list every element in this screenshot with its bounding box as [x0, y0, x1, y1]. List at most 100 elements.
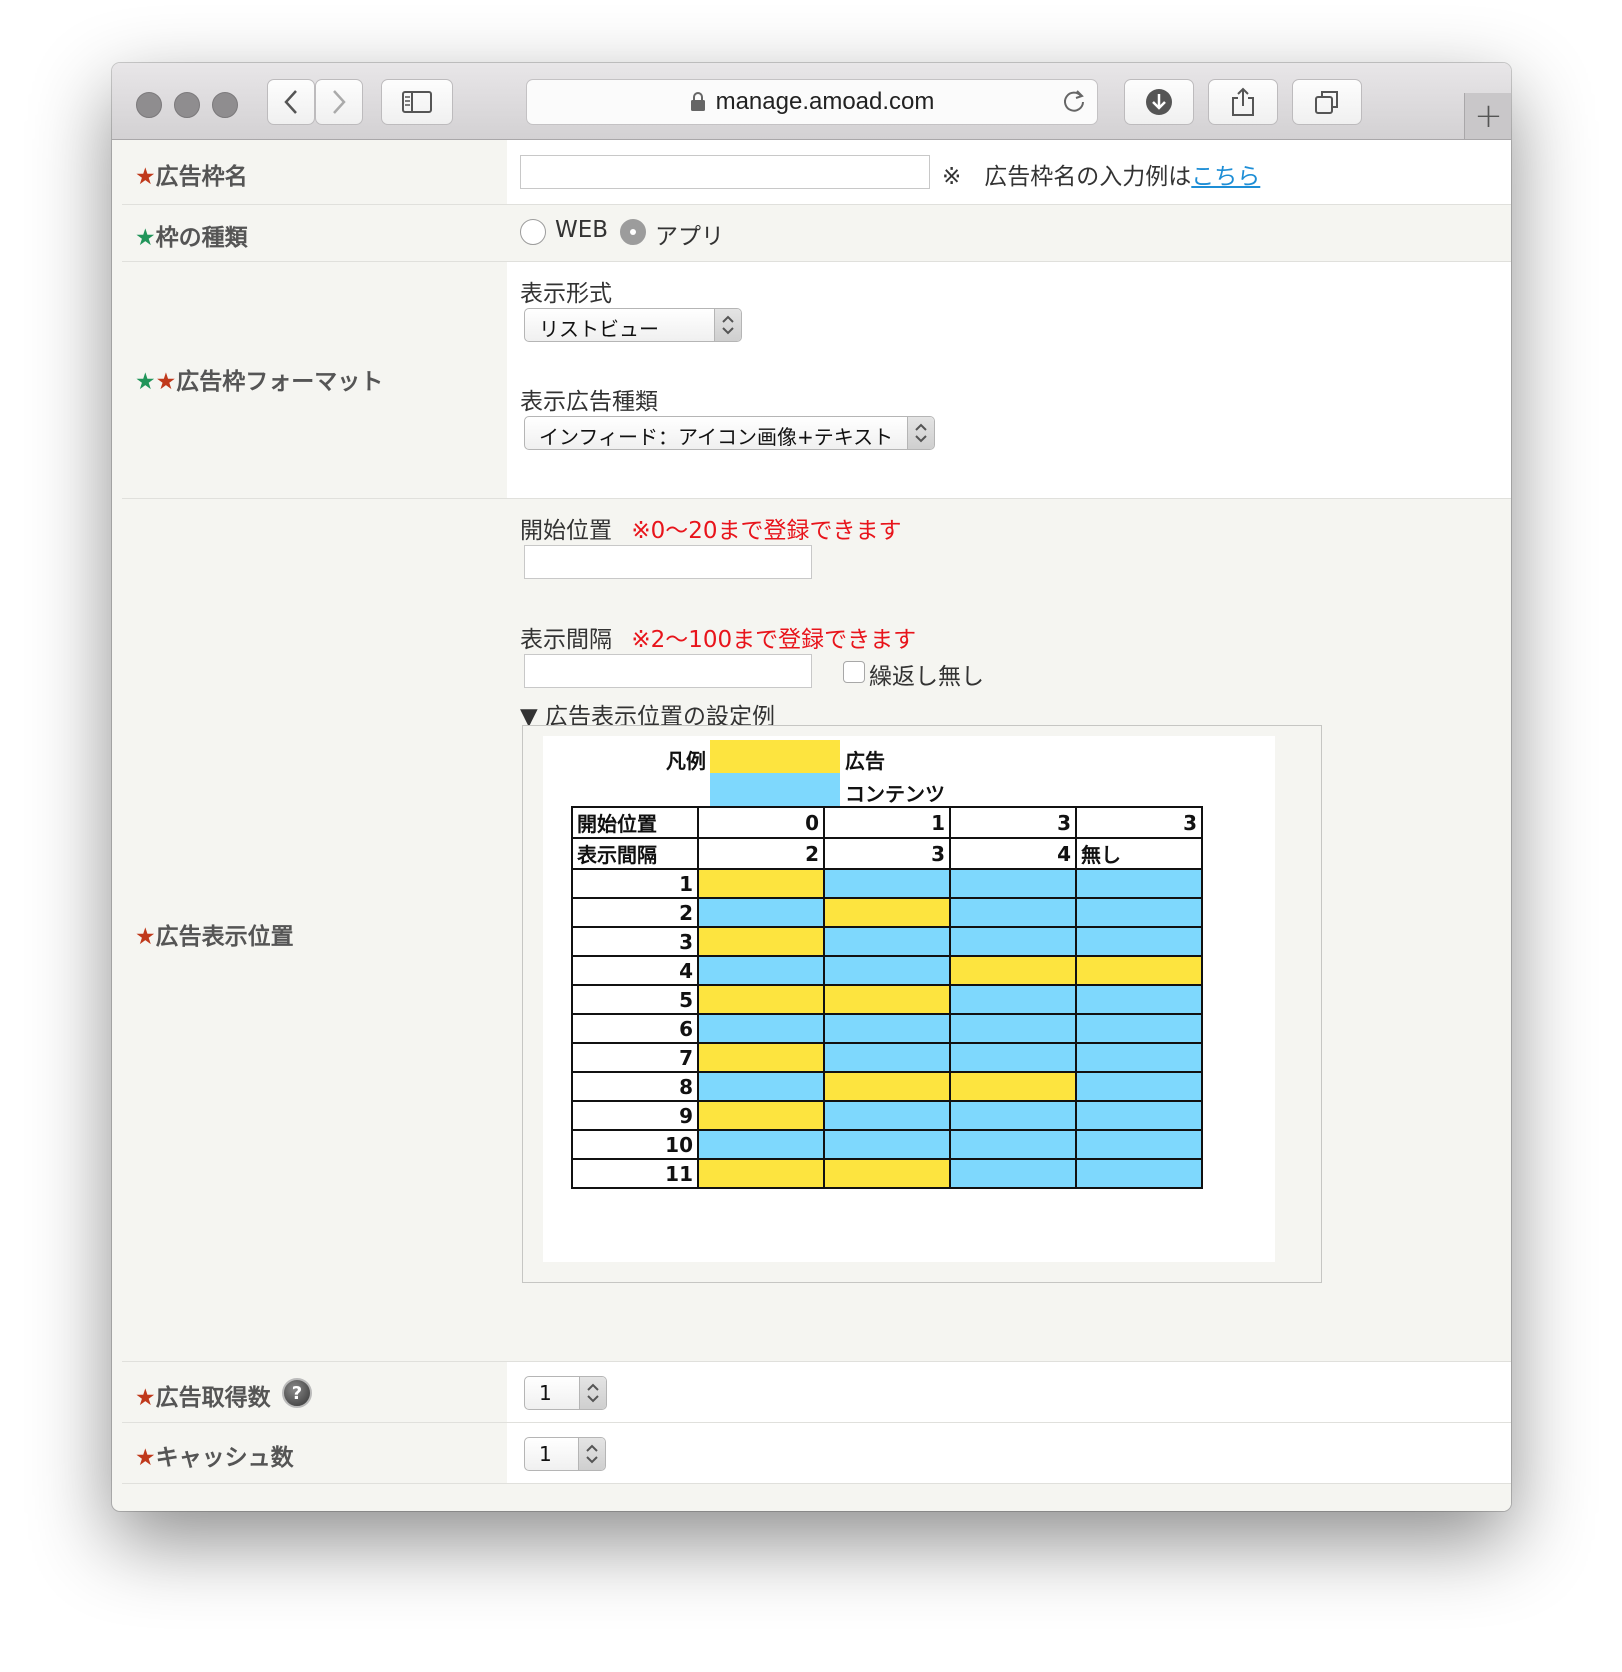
start-note: ※0〜20まで登録できます — [631, 518, 902, 544]
content-cell — [949, 897, 1077, 928]
browser-window: manage.amoad.com + ★広告枠名 ※ 広告枠名の入力例はこちら … — [112, 63, 1511, 1511]
display-format-select[interactable]: リストビュー — [524, 308, 742, 342]
required-star: ★ — [135, 1445, 156, 1471]
format-label: 広告枠フォーマット — [176, 369, 384, 395]
example-link[interactable]: こちら — [1191, 164, 1260, 190]
start-position-input[interactable] — [524, 545, 812, 579]
radio-web[interactable] — [520, 219, 546, 245]
content-cell — [697, 1071, 825, 1102]
ad-cell — [697, 1042, 825, 1073]
no-repeat-checkbox[interactable] — [843, 661, 865, 683]
table-cell: 3 — [1075, 806, 1203, 839]
table-cell: 2 — [697, 837, 825, 870]
legend-ad-label: 広告 — [845, 749, 885, 773]
row-number: 7 — [571, 1042, 699, 1073]
table-cell: 0 — [697, 806, 825, 839]
browser-toolbar: manage.amoad.com + — [112, 63, 1511, 140]
row-start-label: 開始位置 — [571, 806, 699, 839]
content-cell — [697, 955, 825, 986]
tabs-overview-button[interactable] — [1292, 79, 1362, 125]
content-cell — [949, 1158, 1077, 1189]
share-button[interactable] — [1208, 79, 1278, 125]
legend-content-label: コンテンツ — [845, 782, 945, 806]
start-label: 開始位置 — [520, 518, 612, 544]
address-bar[interactable]: manage.amoad.com — [526, 79, 1098, 125]
content-cell — [697, 897, 825, 928]
content-cell — [949, 1129, 1077, 1160]
row-ad-name: ★広告枠名 ※ 広告枠名の入力例はこちら — [122, 140, 1511, 205]
reload-icon[interactable] — [1061, 88, 1087, 114]
table-row: 3 — [571, 926, 1203, 957]
chevron-right-icon — [333, 90, 346, 114]
content-cell — [823, 955, 951, 986]
display-format-label: 表示形式 — [520, 281, 612, 307]
row-number: 2 — [571, 897, 699, 928]
no-repeat-label[interactable]: 繰返し無し — [869, 657, 984, 691]
sidebar-icon — [402, 91, 432, 113]
tabs-icon — [1315, 91, 1338, 114]
minimize-window-button[interactable] — [174, 92, 200, 118]
row-number: 10 — [571, 1129, 699, 1160]
new-tab-button[interactable]: + — [1464, 93, 1511, 139]
ad-cell — [697, 868, 825, 899]
ad-cell — [949, 955, 1077, 986]
forward-button[interactable] — [315, 79, 363, 125]
ad-name-input[interactable] — [520, 155, 930, 189]
radio-app[interactable] — [620, 219, 646, 245]
required-star: ★ — [135, 924, 156, 950]
back-button[interactable] — [267, 79, 315, 125]
content-cell — [823, 1013, 951, 1044]
content-cell — [1075, 926, 1203, 957]
downloads-button[interactable] — [1124, 79, 1194, 125]
interval-input[interactable] — [524, 654, 812, 688]
example-table: 開始位置 0 1 3 3 表示間隔 2 3 4 無し 1 2 3 4 5 6 7… — [571, 806, 1203, 1189]
row-number: 11 — [571, 1158, 699, 1189]
content-cell — [1075, 1071, 1203, 1102]
example-image: 凡例 広告 コンテンツ 開始位置 0 1 3 3 表示間隔 2 3 4 無し 1… — [543, 736, 1275, 1262]
select-arrows-icon — [714, 309, 741, 341]
cache-count-select[interactable]: 1 — [524, 1437, 606, 1471]
table-row: 2 — [571, 897, 1203, 928]
question-icon[interactable]: ? — [282, 1378, 312, 1408]
required-star: ★ — [135, 1385, 156, 1411]
content-cell — [949, 868, 1077, 899]
interval-note: ※2〜100まで登録できます — [631, 627, 917, 653]
share-icon — [1232, 87, 1254, 116]
ad-cell — [823, 984, 951, 1015]
radio-app-label[interactable]: アプリ — [655, 217, 724, 251]
row-cache-count: ★キャッシュ数 1 — [122, 1423, 1511, 1484]
fetch-count-select[interactable]: 1 — [524, 1376, 607, 1410]
table-row: 5 — [571, 984, 1203, 1015]
row-fetch-count: ★広告取得数 ? 1 — [122, 1362, 1511, 1423]
content-cell — [823, 868, 951, 899]
position-label: 広告表示位置 — [155, 924, 294, 950]
required-star-red: ★ — [155, 369, 177, 395]
cache-count-label: キャッシュ数 — [155, 1445, 294, 1471]
ad-name-note: ※ 広告枠名の入力例は — [942, 164, 1192, 190]
display-format-value: リストビュー — [539, 317, 659, 341]
table-row: 10 — [571, 1129, 1203, 1160]
ad-cell — [697, 1158, 825, 1189]
content-cell — [1075, 1158, 1203, 1189]
table-row: 9 — [571, 1100, 1203, 1131]
interval-label: 表示間隔 — [520, 627, 612, 653]
ad-cell — [697, 1100, 825, 1131]
table-cell: 3 — [823, 837, 951, 870]
row-number: 8 — [571, 1071, 699, 1102]
table-row: 4 — [571, 955, 1203, 986]
row-position: ★広告表示位置 開始位置 ※0〜20まで登録できます 表示間隔 ※2〜100まで… — [122, 499, 1511, 1362]
radio-web-label[interactable]: WEB — [555, 217, 608, 243]
cache-count-value: 1 — [539, 1442, 552, 1466]
ad-kind-select[interactable]: インフィード：アイコン画像+テキスト — [524, 416, 935, 450]
row-number: 4 — [571, 955, 699, 986]
ad-cell — [1075, 955, 1203, 986]
table-cell: 1 — [823, 806, 951, 839]
close-window-button[interactable] — [136, 92, 162, 118]
ad-cell — [823, 897, 951, 928]
select-arrows-icon — [907, 417, 934, 449]
sidebar-toggle-button[interactable] — [381, 79, 453, 125]
zoom-window-button[interactable] — [212, 92, 238, 118]
content-cell — [949, 984, 1077, 1015]
content-cell — [823, 1042, 951, 1073]
row-frame-type: ★枠の種類 WEB アプリ — [122, 205, 1511, 262]
